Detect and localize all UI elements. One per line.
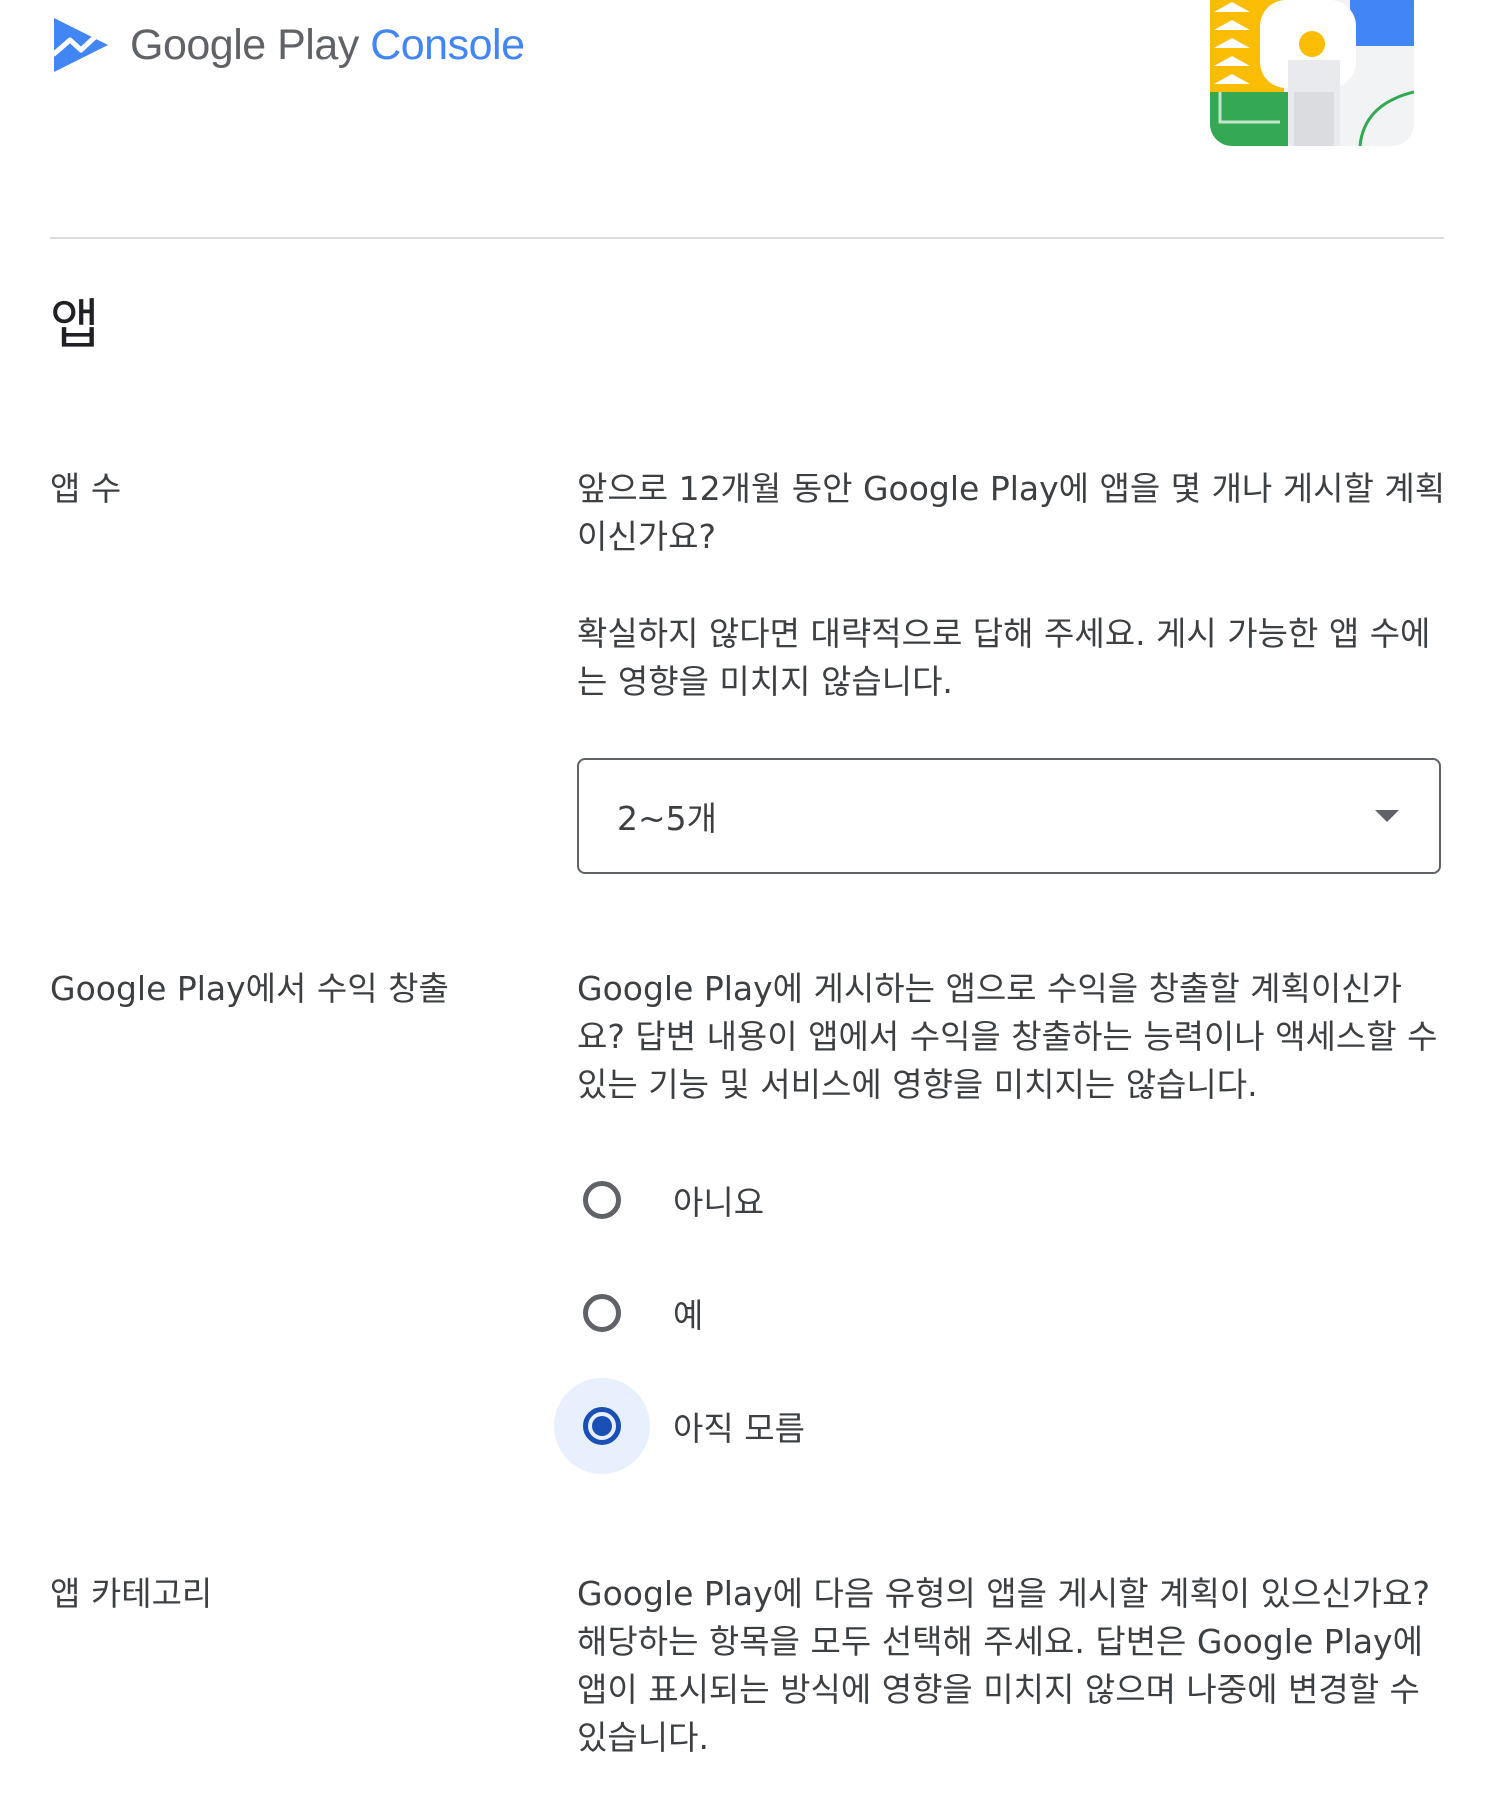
logo-google-play: Google Play	[130, 20, 359, 69]
section-title: 앱	[50, 293, 100, 356]
monetization-question: Google Play에 게시하는 앱으로 수익을 창출할 계획이신가요? 답변…	[577, 969, 1438, 1104]
app-count-question: 앞으로 12개월 동안 Google Play에 앱을 몇 개나 게시할 계획이…	[577, 469, 1446, 556]
dropdown-arrow-icon	[1375, 810, 1399, 822]
play-console-logo-icon	[51, 18, 108, 72]
radio-icon[interactable]	[577, 1288, 627, 1338]
radio-option-not-sure[interactable]: 아직 모름	[554, 1378, 805, 1474]
play-console-logo[interactable]: Google Play Console	[50, 14, 525, 76]
app-count-label: 앱 수	[50, 469, 122, 508]
header-divider	[50, 237, 1444, 239]
logo-text: Google Play Console	[130, 20, 525, 70]
radio-label-yes: 예	[673, 1296, 704, 1335]
hero-illustration	[1210, 0, 1414, 146]
app-count-selected-value: 2~5개	[617, 799, 718, 838]
radio-label-no: 아니요	[673, 1183, 765, 1222]
app-category-question: Google Play에 다음 유형의 앱을 게시할 계획이 있으신가요? 해당…	[577, 1574, 1430, 1757]
app-category-label: 앱 카테고리	[50, 1574, 213, 1613]
radio-selected-icon[interactable]	[554, 1378, 650, 1474]
radio-label-not-sure: 아직 모름	[673, 1409, 805, 1448]
monetization-label: Google Play에서 수익 창출	[50, 969, 449, 1008]
app-count-dropdown[interactable]: 2~5개	[577, 758, 1441, 874]
radio-option-yes[interactable]: 예	[577, 1283, 703, 1343]
logo-console: Console	[370, 20, 525, 69]
radio-option-no[interactable]: 아니요	[577, 1170, 764, 1230]
app-count-hint: 확실하지 않다면 대략적으로 답해 주세요. 게시 가능한 앱 수에는 영향을 …	[577, 614, 1431, 701]
radio-icon[interactable]	[577, 1175, 627, 1225]
